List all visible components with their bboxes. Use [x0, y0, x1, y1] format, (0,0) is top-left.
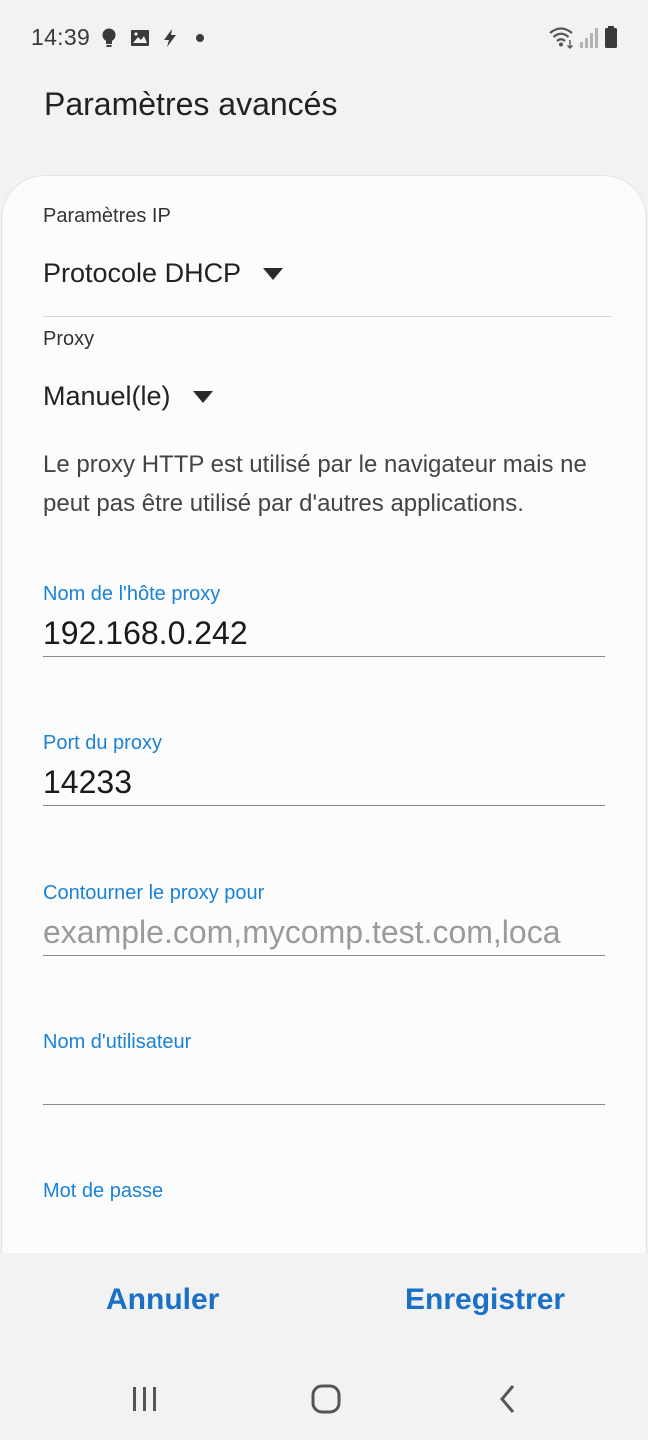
username-label: Nom d'utilisateur	[43, 1031, 192, 1053]
ip-settings-value: Protocole DHCP	[43, 258, 242, 288]
home-icon	[311, 1384, 341, 1414]
battery-icon	[605, 26, 617, 48]
proxy-port-field: Port du proxy	[43, 732, 605, 806]
page-title: Paramètres avancés	[44, 86, 338, 122]
image-icon	[131, 30, 149, 46]
username-field: Nom d'utilisateur	[43, 1031, 605, 1105]
screen: 14:39 Paramètres avancés Paramètres IP P…	[0, 0, 648, 1440]
proxy-help-text: Le proxy HTTP est utilisé par le navigat…	[43, 451, 587, 517]
back-icon	[500, 1385, 515, 1413]
recent-apps-button[interactable]	[115, 1377, 175, 1421]
dot-icon	[196, 34, 204, 42]
proxy-bypass-label: Contourner le proxy pour	[43, 882, 265, 904]
username-input[interactable]	[43, 1059, 605, 1105]
flash-icon	[164, 29, 176, 47]
save-button[interactable]: Enregistrer	[405, 1283, 565, 1317]
proxy-port-input[interactable]	[43, 760, 605, 806]
action-bar: Annuler Enregistrer	[0, 1253, 648, 1363]
divider	[43, 316, 612, 317]
home-button[interactable]	[296, 1377, 356, 1421]
status-bar: 14:39	[0, 0, 648, 76]
password-field: Mot de passe	[43, 1180, 605, 1204]
proxy-value: Manuel(le)	[43, 381, 171, 411]
proxy-bypass-input[interactable]	[43, 910, 605, 956]
cancel-button[interactable]: Annuler	[106, 1283, 219, 1317]
ip-settings-label: Paramètres IP	[43, 205, 171, 227]
proxy-host-field: Nom de l'hôte proxy	[43, 583, 605, 657]
navigation-bar	[0, 1363, 648, 1440]
bulb-icon	[102, 28, 116, 47]
proxy-host-label: Nom de l'hôte proxy	[43, 583, 221, 605]
proxy-port-label: Port du proxy	[43, 732, 162, 754]
wifi-icon	[549, 27, 573, 49]
proxy-label: Proxy	[43, 328, 95, 350]
caret-down-icon	[192, 390, 213, 403]
recent-apps-icon	[133, 1387, 156, 1411]
proxy-host-input[interactable]	[43, 611, 605, 657]
proxy-dropdown[interactable]: Manuel(le)	[43, 381, 213, 412]
proxy-bypass-field: Contourner le proxy pour	[43, 882, 605, 956]
caret-down-icon	[263, 267, 284, 280]
password-label: Mot de passe	[43, 1180, 164, 1202]
ip-settings-dropdown[interactable]: Protocole DHCP	[43, 258, 284, 289]
back-button[interactable]	[478, 1377, 538, 1421]
status-time: 14:39	[31, 24, 91, 50]
signal-icon	[580, 28, 598, 48]
